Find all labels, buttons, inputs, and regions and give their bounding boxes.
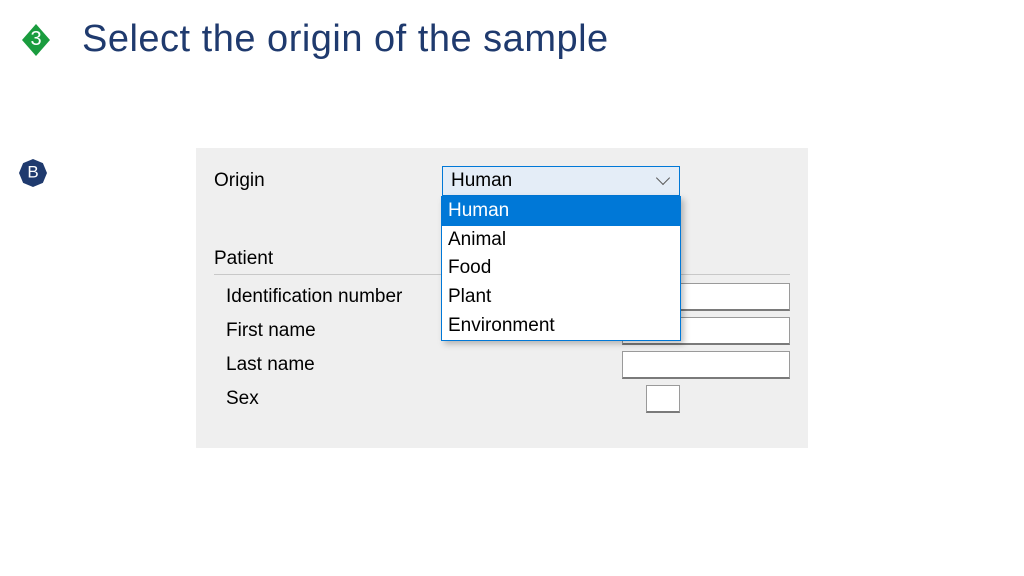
chevron-down-icon bbox=[657, 177, 671, 185]
sex-label: Sex bbox=[226, 388, 646, 410]
sex-field[interactable] bbox=[646, 385, 680, 413]
origin-label: Origin bbox=[214, 170, 442, 192]
step-number-badge: 3 bbox=[18, 22, 54, 58]
origin-option-animal[interactable]: Animal bbox=[442, 226, 680, 255]
last-name-field[interactable] bbox=[622, 351, 790, 379]
step-number: 3 bbox=[30, 28, 41, 51]
last-name-label: Last name bbox=[226, 354, 622, 376]
sub-step-letter: B bbox=[27, 163, 38, 183]
page-title: Select the origin of the sample bbox=[82, 18, 609, 61]
origin-option-human[interactable]: Human bbox=[442, 197, 680, 226]
origin-option-food[interactable]: Food bbox=[442, 254, 680, 283]
origin-select[interactable]: Human bbox=[442, 166, 680, 196]
origin-option-plant[interactable]: Plant bbox=[442, 283, 680, 312]
origin-option-environment[interactable]: Environment bbox=[442, 312, 680, 341]
origin-dropdown-popup: Human Animal Food Plant Environment bbox=[441, 196, 681, 341]
origin-selected-value: Human bbox=[451, 170, 512, 192]
sub-step-badge: B bbox=[18, 158, 48, 188]
